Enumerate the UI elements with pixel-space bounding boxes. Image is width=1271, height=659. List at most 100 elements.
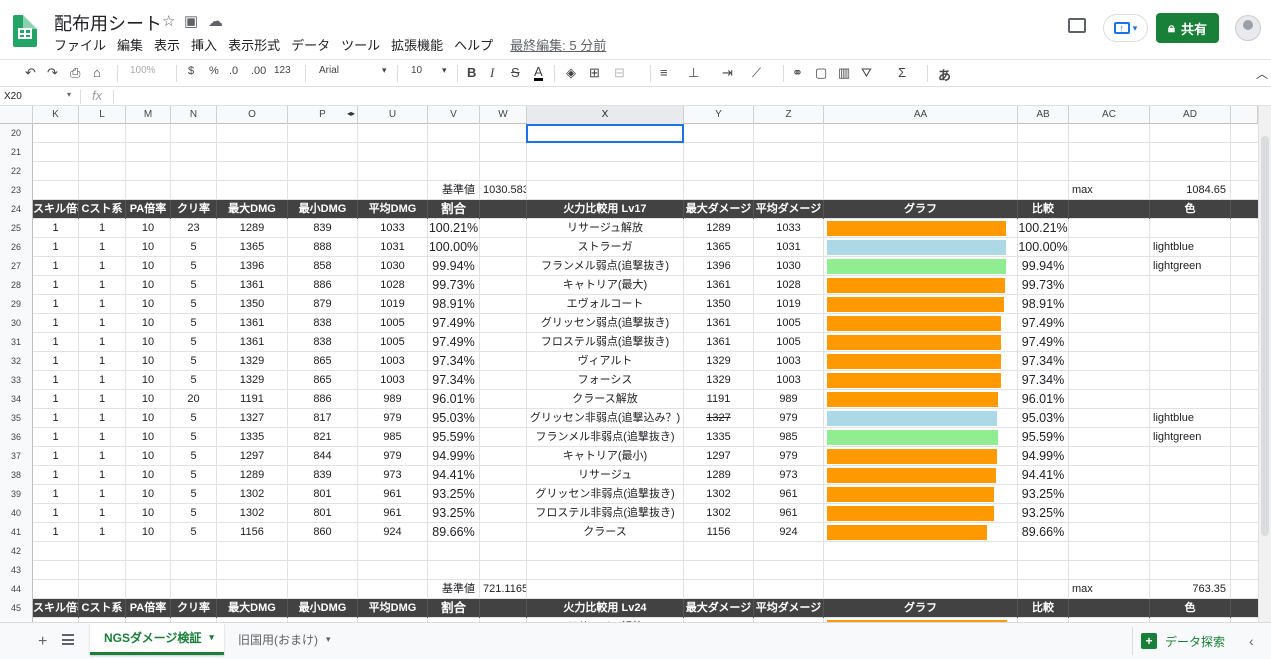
cell-l[interactable]: 1 [79, 333, 126, 352]
header-cell[interactable]: クリ率 [171, 200, 217, 219]
cell-x[interactable]: フランメル弱点(追撃抜き) [527, 257, 684, 276]
cell-k[interactable]: 1 [33, 314, 79, 333]
cell-y[interactable]: 1361 [684, 314, 754, 333]
cell-w[interactable] [480, 409, 527, 428]
cell-y[interactable]: 1361 [684, 333, 754, 352]
cell-l[interactable] [79, 542, 126, 561]
paint-format-icon[interactable]: ⌂ [93, 65, 101, 80]
cell-p[interactable]: 860 [288, 523, 358, 542]
cell-y[interactable]: 1289 [684, 466, 754, 485]
chevron-left-icon[interactable]: ‹ [1249, 633, 1254, 649]
cell-k[interactable]: 1 [33, 257, 79, 276]
cell-y[interactable]: 1350 [684, 295, 754, 314]
header-cell[interactable]: 最小DMG [288, 200, 358, 219]
max-label[interactable]: max [1069, 580, 1150, 599]
cell-u[interactable]: 1005 [358, 314, 428, 333]
cell-ab[interactable] [1018, 143, 1069, 162]
cell-ac[interactable] [1069, 447, 1150, 466]
cell-ab[interactable] [1018, 181, 1069, 200]
row-number[interactable]: 43 [0, 561, 33, 580]
cell-v[interactable] [428, 124, 480, 143]
cell-o[interactable]: 1350 [217, 295, 288, 314]
cell-k[interactable] [33, 162, 79, 181]
cell-z[interactable] [754, 181, 824, 200]
last-edit-link[interactable]: 最終編集: 5 分前 [510, 35, 606, 53]
cell-o[interactable]: 1329 [217, 371, 288, 390]
zoom-select[interactable]: 100% [130, 65, 156, 76]
cell-v[interactable] [428, 143, 480, 162]
cell-w[interactable] [480, 162, 527, 181]
cell-m[interactable]: 10 [126, 447, 171, 466]
cell-u[interactable]: 989 [358, 390, 428, 409]
sparkline-cell[interactable] [824, 371, 1018, 390]
cell-x[interactable]: グリッセン非弱点(追撃抜き) [527, 485, 684, 504]
sparkline-cell[interactable] [824, 409, 1018, 428]
print-icon[interactable]: ⎙ [70, 65, 80, 81]
menu-item[interactable]: データ [291, 35, 330, 53]
cell-k[interactable]: 1 [33, 219, 79, 238]
bold-icon[interactable]: B [467, 65, 476, 80]
cell-w[interactable] [480, 504, 527, 523]
cell-u[interactable] [358, 162, 428, 181]
row-number[interactable]: 24 [0, 200, 33, 219]
cell-k[interactable]: 1 [33, 295, 79, 314]
cell-w[interactable] [480, 238, 527, 257]
cell-v[interactable]: 89.66% [428, 523, 480, 542]
row-number[interactable]: 30 [0, 314, 33, 333]
header-cell[interactable]: 火力比較用 Lv17 [527, 200, 684, 219]
row-number[interactable]: 29 [0, 295, 33, 314]
cell-ac[interactable] [1069, 276, 1150, 295]
header-cell[interactable]: 色 [1150, 200, 1231, 219]
cell-u[interactable]: 1033 [358, 219, 428, 238]
cell-m[interactable]: 10 [126, 504, 171, 523]
row-number[interactable]: 34 [0, 390, 33, 409]
cell-y[interactable]: 1396 [684, 257, 754, 276]
baseline-value[interactable]: 721.1165 [480, 580, 527, 599]
cell-z[interactable] [754, 143, 824, 162]
cell-k[interactable] [33, 124, 79, 143]
cell-p[interactable]: 821 [288, 428, 358, 447]
cell-y[interactable]: 1335 [684, 428, 754, 447]
column-header-m[interactable]: M [126, 106, 171, 124]
menu-item[interactable]: 拡張機能 [391, 35, 443, 53]
cell-z[interactable] [754, 162, 824, 181]
header-cell[interactable]: クリ率 [171, 599, 217, 618]
row-number[interactable]: 35 [0, 409, 33, 428]
functions-icon[interactable]: Σ [898, 65, 906, 80]
cell-y[interactable]: 1289 [684, 219, 754, 238]
chart-icon[interactable]: ▥ [838, 65, 850, 81]
cell-w[interactable] [480, 523, 527, 542]
cell-l[interactable] [79, 181, 126, 200]
cell-l[interactable] [79, 143, 126, 162]
row-number[interactable]: 39 [0, 485, 33, 504]
header-cell[interactable]: 最小DMG [288, 599, 358, 618]
cell-o[interactable]: 1289 [217, 219, 288, 238]
font-size-select[interactable]: 10 [411, 65, 422, 76]
cell-u[interactable]: 979 [358, 409, 428, 428]
cell-aa[interactable] [824, 143, 1018, 162]
text-color-icon[interactable]: A [534, 65, 543, 81]
cell-y[interactable]: 1327 [684, 409, 754, 428]
cell-y[interactable] [684, 580, 754, 599]
sparkline-cell[interactable] [824, 428, 1018, 447]
cell-x[interactable] [527, 580, 684, 599]
cell-p[interactable]: 886 [288, 390, 358, 409]
cell-n[interactable]: 5 [171, 333, 217, 352]
cell-l[interactable]: 1 [79, 523, 126, 542]
cell-p[interactable]: 839 [288, 219, 358, 238]
cell-p[interactable]: 858 [288, 257, 358, 276]
increase-decimal-button[interactable]: .00 [251, 65, 266, 77]
cell-p[interactable]: 865 [288, 371, 358, 390]
cell-ab[interactable]: 95.03% [1018, 409, 1069, 428]
header-cell[interactable]: 割合 [428, 599, 480, 618]
cell-u[interactable]: 1031 [358, 238, 428, 257]
header-cell[interactable]: グラフ [824, 599, 1018, 618]
header-cell[interactable]: 比較 [1018, 200, 1069, 219]
cell-v[interactable]: 97.49% [428, 333, 480, 352]
cell-ad[interactable] [1150, 314, 1231, 333]
cell-z[interactable]: 1005 [754, 314, 824, 333]
cell-ab[interactable] [1018, 542, 1069, 561]
comment-icon[interactable]: ▢ [815, 65, 827, 81]
cell-u[interactable]: 1003 [358, 371, 428, 390]
cell-m[interactable]: 10 [126, 238, 171, 257]
